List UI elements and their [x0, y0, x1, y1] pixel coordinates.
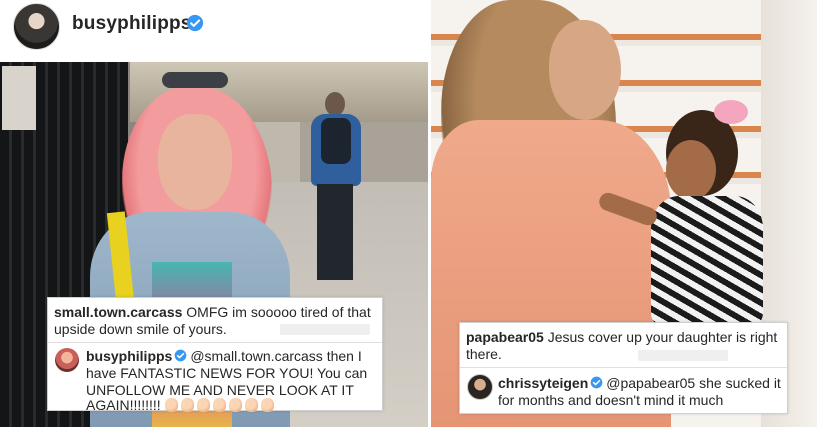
clapping-hands-icon — [180, 398, 194, 412]
reply-username[interactable]: chrissyteigen — [498, 375, 588, 391]
comment-text-cont: there. — [466, 346, 502, 362]
hidden-metadata — [280, 324, 370, 335]
reply-line1: busyphilipps @small.town.carcass then I — [86, 348, 362, 365]
reply-username[interactable]: busyphilipps — [86, 348, 172, 364]
reply-avatar[interactable] — [55, 348, 79, 372]
clapping-hands-icon — [212, 398, 226, 412]
toddler-figure — [596, 100, 776, 330]
divider — [48, 342, 382, 343]
comment-text-line2: upside down smile of yours. — [54, 321, 227, 338]
mention-link[interactable]: @papabear05 — [606, 375, 695, 391]
comment-line: papabear05 Jesus cover up your daughter … — [466, 329, 777, 346]
comment-text-line2: there. — [466, 346, 502, 363]
reply-text: she sucked it — [699, 375, 781, 391]
clapping-hands-icon — [260, 398, 274, 412]
hair-bow — [714, 100, 748, 124]
comment-text-cont: upside down smile of yours. — [54, 321, 227, 337]
reply-text-cont: for months and doesn't mind it much — [498, 392, 724, 408]
reply-line1: chrissyteigen @papabear05 she sucked it — [498, 375, 781, 392]
comment-line: small.town.carcass OMFG im sooooo tired … — [54, 304, 371, 321]
clapping-hands-icon — [164, 398, 178, 412]
profile-avatar[interactable] — [13, 3, 60, 50]
clapping-hands-icon — [244, 398, 258, 412]
verified-badge-icon — [186, 14, 204, 32]
comment-username[interactable]: small.town.carcass — [54, 304, 182, 320]
reply-text-cont: UNFOLLOW ME AND NEVER LOOK AT IT — [86, 382, 354, 398]
reply-line4: AGAIN!!!!!!!! — [86, 397, 277, 414]
verified-badge-icon — [590, 376, 603, 389]
woman-face — [158, 114, 232, 210]
profile-username[interactable]: busyphilipps — [72, 13, 192, 35]
reply-line2: have FANTASTIC NEWS FOR YOU! You can — [86, 365, 367, 382]
comment-card: papabear05 Jesus cover up your daughter … — [459, 322, 788, 414]
comment-username[interactable]: papabear05 — [466, 329, 544, 345]
profile-header: busyphilipps — [0, 0, 428, 62]
mention-link[interactable]: @small.town.carcass — [190, 348, 322, 364]
clapping-hands-icon — [228, 398, 242, 412]
wall-sign — [2, 66, 36, 130]
reply-text: then I — [326, 348, 362, 364]
comment-card: small.town.carcass OMFG im sooooo tired … — [47, 297, 383, 414]
reply-line2: for months and doesn't mind it much — [498, 392, 723, 409]
divider — [460, 367, 787, 368]
reply-text-cont: AGAIN!!!!!!!! — [86, 397, 161, 413]
sunglasses — [162, 72, 228, 88]
comment-text: Jesus cover up your daughter is right — [547, 329, 778, 345]
left-post: busyphilipps small.town.carcass OMFG im … — [0, 0, 428, 427]
reply-text-cont: have FANTASTIC NEWS FOR YOU! You can — [86, 365, 368, 381]
zebra-dress — [651, 196, 763, 326]
hidden-metadata — [638, 350, 728, 361]
comment-text: OMFG im sooooo tired of that — [186, 304, 371, 320]
woman-face — [549, 20, 621, 120]
passerby-figure — [305, 92, 367, 280]
verified-badge-icon — [174, 349, 187, 362]
clapping-hands-icon — [196, 398, 210, 412]
reply-avatar[interactable] — [467, 374, 493, 400]
clapping-hands-icons — [164, 397, 277, 413]
